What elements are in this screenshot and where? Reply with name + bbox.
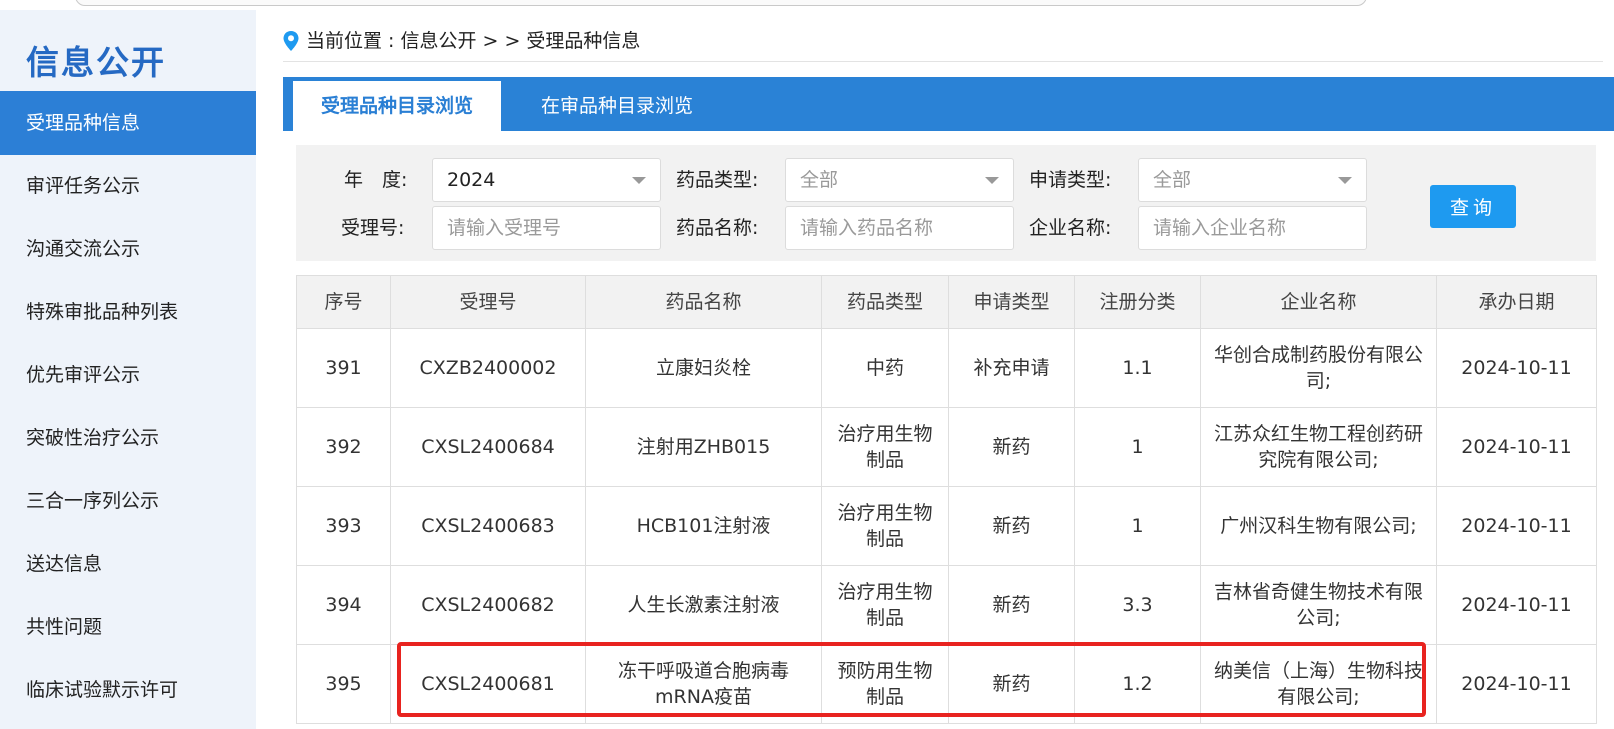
cell-accept-no: CXSL2400684 — [390, 407, 586, 487]
cell-company: 纳美信（上海）生物科技有限公司; — [1200, 644, 1437, 724]
sidebar-item-common-issues[interactable]: 共性问题 — [0, 595, 256, 659]
drug-name-label: 药品名称: — [676, 217, 759, 239]
cell-reg-class: 3.3 — [1074, 565, 1201, 645]
drug-type-select[interactable]: 全部 — [785, 158, 1014, 202]
header-reg-class: 注册分类 — [1074, 275, 1201, 329]
header-drug-type: 药品类型 — [821, 275, 949, 329]
sidebar-item-three-in-one[interactable]: 三合一序列公示 — [0, 469, 256, 533]
cell-date: 2024-10-11 — [1436, 328, 1597, 408]
cell-date: 2024-10-11 — [1436, 486, 1597, 566]
cell-company: 广州汉科生物有限公司; — [1200, 486, 1437, 566]
accept-no-input[interactable]: 请输入受理号 — [432, 206, 661, 250]
drug-type-label: 药品类型: — [676, 169, 759, 191]
header-index: 序号 — [296, 275, 391, 329]
cell-accept-no: CXSL2400682 — [390, 565, 586, 645]
cell-index: 391 — [296, 328, 391, 408]
cell-reg-class: 1 — [1074, 407, 1201, 487]
breadcrumb-separator: > > — [482, 30, 521, 52]
cell-apply-type: 新药 — [948, 565, 1075, 645]
cell-apply-type: 新药 — [948, 644, 1075, 724]
table-row[interactable]: 395 CXSL2400681 冻干呼吸道合胞病毒mRNA疫苗 预防用生物制品 … — [296, 644, 1597, 724]
sidebar-title: 信息公开 — [26, 43, 166, 82]
cell-accept-no: CXSL2400683 — [390, 486, 586, 566]
sidebar-item-accepted-drugs[interactable]: 受理品种信息 — [0, 91, 256, 155]
filter-panel: 年 度: 2024 药品类型: 全部 申请类型: 全部 受理号: 请输入受理号 … — [296, 145, 1596, 261]
accept-no-label: 受理号: — [341, 217, 405, 239]
cell-date: 2024-10-11 — [1436, 565, 1597, 645]
company-name-input[interactable]: 请输入企业名称 — [1138, 206, 1367, 250]
tab-bar: 受理品种目录浏览 在审品种目录浏览 — [283, 77, 1614, 131]
cell-reg-class: 1.2 — [1074, 644, 1201, 724]
cell-date: 2024-10-11 — [1436, 407, 1597, 487]
header-company: 企业名称 — [1200, 275, 1437, 329]
table-row[interactable]: 394 CXSL2400682 人生长激素注射液 治疗用生物制品 新药 3.3 … — [296, 565, 1597, 645]
chevron-down-icon — [985, 177, 999, 184]
sidebar-item-clinical-trial[interactable]: 临床试验默示许可 — [0, 658, 256, 722]
cell-company: 吉林省奇健生物技术有限公司; — [1200, 565, 1437, 645]
drug-name-input[interactable]: 请输入药品名称 — [785, 206, 1014, 250]
header-drug-name: 药品名称 — [585, 275, 822, 329]
breadcrumb-level2[interactable]: 受理品种信息 — [526, 26, 640, 56]
cell-drug-name: 注射用ZHB015 — [585, 407, 822, 487]
cell-accept-no: CXZB2400002 — [390, 328, 586, 408]
apply-type-select-value: 全部 — [1153, 169, 1192, 191]
cell-index: 395 — [296, 644, 391, 724]
header-date: 承办日期 — [1436, 275, 1597, 329]
cell-drug-name: 冻干呼吸道合胞病毒mRNA疫苗 — [585, 644, 822, 724]
sidebar-item-special-approval[interactable]: 特殊审批品种列表 — [0, 280, 256, 344]
cell-date: 2024-10-11 — [1436, 644, 1597, 724]
cell-company: 江苏众红生物工程创药研究院有限公司; — [1200, 407, 1437, 487]
sidebar-item-review-tasks[interactable]: 审评任务公示 — [0, 154, 256, 218]
year-label: 年 度: — [344, 169, 408, 191]
breadcrumb-level1[interactable]: 信息公开 — [400, 26, 476, 56]
table-row[interactable]: 391 CXZB2400002 立康妇炎栓 中药 补充申请 1.1 华创合成制药… — [296, 328, 1597, 408]
search-button[interactable]: 查询 — [1430, 185, 1516, 228]
header-apply-type: 申请类型 — [948, 275, 1075, 329]
company-name-label: 企业名称: — [1029, 217, 1112, 239]
cell-index: 394 — [296, 565, 391, 645]
cell-drug-type: 治疗用生物制品 — [821, 407, 949, 487]
location-pin-icon — [283, 31, 299, 51]
table-header-row: 序号 受理号 药品名称 药品类型 申请类型 注册分类 企业名称 承办日期 — [296, 275, 1597, 329]
breadcrumb: 当前位置 : 信息公开 > > 受理品种信息 — [282, 26, 640, 56]
table-row[interactable]: 393 CXSL2400683 HCB101注射液 治疗用生物制品 新药 1 广… — [296, 486, 1597, 566]
browser-address-bar-edge — [75, 0, 1367, 6]
sidebar-item-breakthrough[interactable]: 突破性治疗公示 — [0, 406, 256, 470]
cell-reg-class: 1.1 — [1074, 328, 1201, 408]
sidebar-item-delivery[interactable]: 送达信息 — [0, 532, 256, 596]
sidebar: 信息公开 受理品种信息 审评任务公示 沟通交流公示 特殊审批品种列表 优先审评公… — [0, 10, 256, 729]
cell-drug-type: 治疗用生物制品 — [821, 486, 949, 566]
cell-apply-type: 新药 — [948, 407, 1075, 487]
cell-drug-name: HCB101注射液 — [585, 486, 822, 566]
cell-company: 华创合成制药股份有限公司; — [1200, 328, 1437, 408]
cell-index: 392 — [296, 407, 391, 487]
cell-accept-no: CXSL2400681 — [390, 644, 586, 724]
cell-drug-name: 立康妇炎栓 — [585, 328, 822, 408]
drug-type-select-value: 全部 — [800, 169, 839, 191]
cell-apply-type: 新药 — [948, 486, 1075, 566]
cell-index: 393 — [296, 486, 391, 566]
table-row[interactable]: 392 CXSL2400684 注射用ZHB015 治疗用生物制品 新药 1 江… — [296, 407, 1597, 487]
tab-accepted-catalog[interactable]: 受理品种目录浏览 — [293, 81, 502, 131]
sidebar-item-communication[interactable]: 沟通交流公示 — [0, 217, 256, 281]
cell-apply-type: 补充申请 — [948, 328, 1075, 408]
header-accept-no: 受理号 — [390, 275, 586, 329]
breadcrumb-divider — [283, 61, 1603, 62]
cell-drug-type: 预防用生物制品 — [821, 644, 949, 724]
breadcrumb-prefix: 当前位置 : — [306, 30, 401, 52]
sidebar-item-priority-review[interactable]: 优先审评公示 — [0, 343, 256, 407]
apply-type-label: 申请类型: — [1029, 169, 1112, 191]
year-select-value: 2024 — [447, 169, 496, 191]
chevron-down-icon — [632, 177, 646, 184]
accepted-drugs-table: 序号 受理号 药品名称 药品类型 申请类型 注册分类 企业名称 承办日期 391… — [296, 275, 1597, 724]
cell-drug-name: 人生长激素注射液 — [585, 565, 822, 645]
cell-drug-type: 中药 — [821, 328, 949, 408]
cell-reg-class: 1 — [1074, 486, 1201, 566]
tab-under-review-catalog[interactable]: 在审品种目录浏览 — [513, 81, 721, 131]
apply-type-select[interactable]: 全部 — [1138, 158, 1367, 202]
chevron-down-icon — [1338, 177, 1352, 184]
year-select[interactable]: 2024 — [432, 158, 661, 202]
cell-drug-type: 治疗用生物制品 — [821, 565, 949, 645]
